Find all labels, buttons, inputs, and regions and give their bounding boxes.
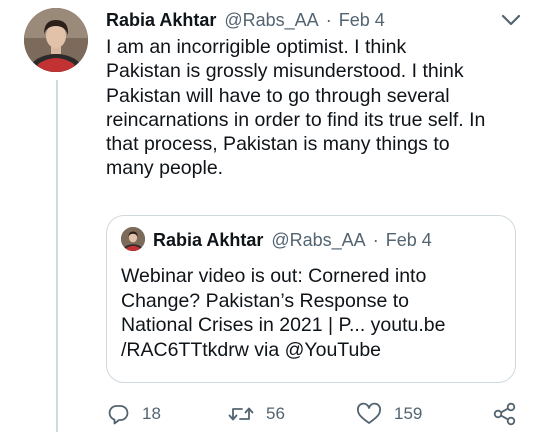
more-chevron-icon[interactable] <box>498 8 524 32</box>
quoted-tweet-header: Rabia Akhtar @Rabs_AA · Feb 4 <box>153 228 432 252</box>
share-icon <box>492 401 518 427</box>
retweet-button[interactable]: 56 <box>228 400 285 428</box>
retweet-count: 56 <box>266 404 285 423</box>
reply-icon <box>106 402 130 426</box>
quoted-tweet-date: Feb 4 <box>385 229 432 250</box>
header-separator: · <box>325 9 332 30</box>
avatar[interactable] <box>24 8 88 72</box>
author-handle[interactable]: @Rabs_AA <box>224 10 318 31</box>
author-display-name[interactable]: Rabia Akhtar <box>106 10 216 31</box>
quoted-tweet[interactable]: Rabia Akhtar @Rabs_AA · Feb 4 Webinar vi… <box>106 215 516 383</box>
action-bar: 18 56 159 <box>106 400 526 428</box>
tweet-header: Rabia Akhtar @Rabs_AA · Feb 4 <box>106 8 385 32</box>
quoted-author-display-name: Rabia Akhtar <box>153 229 264 250</box>
quoted-avatar <box>121 227 145 251</box>
reply-count: 18 <box>142 404 161 423</box>
like-icon <box>356 402 382 426</box>
share-button[interactable] <box>492 400 518 428</box>
quoted-author-handle: @Rabs_AA <box>271 229 366 250</box>
quoted-tweet-text: Webinar video is out: Cornered into Chan… <box>121 265 446 361</box>
tweet-text: I am an incorrigible optimist. I think P… <box>106 36 486 180</box>
thread-line <box>56 80 58 432</box>
reply-button[interactable]: 18 <box>106 400 161 428</box>
like-button[interactable]: 159 <box>356 400 422 428</box>
tweet-date[interactable]: Feb 4 <box>339 10 385 31</box>
retweet-icon <box>228 402 254 426</box>
like-count: 159 <box>394 404 423 423</box>
quoted-header-separator: · <box>372 229 379 250</box>
